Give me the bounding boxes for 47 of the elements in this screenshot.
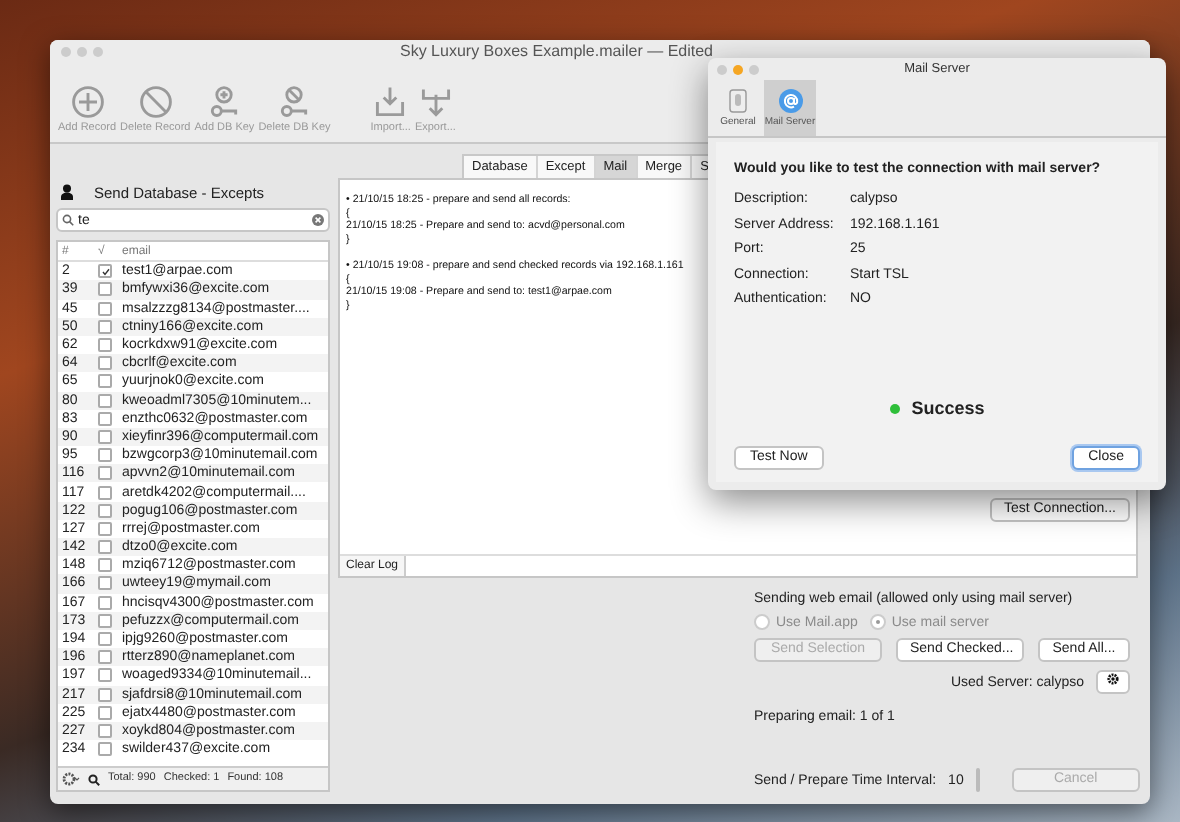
checkbox[interactable] <box>98 742 112 757</box>
checkbox[interactable] <box>98 338 112 353</box>
checkbox[interactable] <box>98 632 112 647</box>
person-icon <box>60 184 74 200</box>
checkbox[interactable] <box>98 521 112 536</box>
at-sign-icon <box>777 88 803 114</box>
checkbox[interactable] <box>98 687 112 702</box>
checkbox[interactable] <box>98 466 112 481</box>
checkbox[interactable] <box>98 429 112 444</box>
arrow-down-icon <box>417 84 454 120</box>
search-icon <box>62 214 74 226</box>
checkbox[interactable] <box>98 485 112 500</box>
checkbox[interactable] <box>98 613 112 628</box>
window-title: Sky Luxury Boxes Example.mailer — Edited <box>400 42 714 60</box>
checkbox[interactable] <box>98 264 112 279</box>
switch-icon <box>728 88 748 114</box>
window-controls-icon[interactable] <box>60 45 104 57</box>
checkbox[interactable] <box>98 301 112 316</box>
checkbox[interactable] <box>98 540 112 555</box>
search-icon[interactable] <box>88 773 100 785</box>
window-controls-icon[interactable] <box>716 63 760 75</box>
checkbox[interactable] <box>98 723 112 738</box>
checkbox[interactable] <box>98 650 112 665</box>
plus-circle-icon <box>69 84 106 120</box>
checkbox[interactable] <box>98 576 112 591</box>
checkbox[interactable] <box>98 595 112 610</box>
checkbox[interactable] <box>98 705 112 720</box>
key-plus-icon <box>206 84 243 120</box>
checkbox[interactable] <box>98 319 112 334</box>
prohibited-icon <box>137 84 174 120</box>
checkbox[interactable] <box>98 558 112 573</box>
clear-icon[interactable] <box>312 214 324 226</box>
checkbox[interactable] <box>98 503 112 518</box>
settings-icon <box>1106 672 1120 686</box>
stepper[interactable] <box>975 768 980 792</box>
status-text: Success <box>911 398 985 418</box>
checkbox[interactable] <box>98 411 112 426</box>
checkbox[interactable] <box>98 282 112 297</box>
key-minus-icon <box>276 84 313 120</box>
checkbox[interactable] <box>98 448 112 463</box>
settings-button[interactable] <box>1096 670 1130 694</box>
checkbox[interactable] <box>98 668 112 683</box>
tray-arrow-icon <box>372 84 409 120</box>
gear-icon[interactable] <box>62 772 80 786</box>
checkbox[interactable] <box>98 393 112 408</box>
checkbox[interactable] <box>98 374 112 389</box>
checkbox[interactable] <box>98 356 112 371</box>
